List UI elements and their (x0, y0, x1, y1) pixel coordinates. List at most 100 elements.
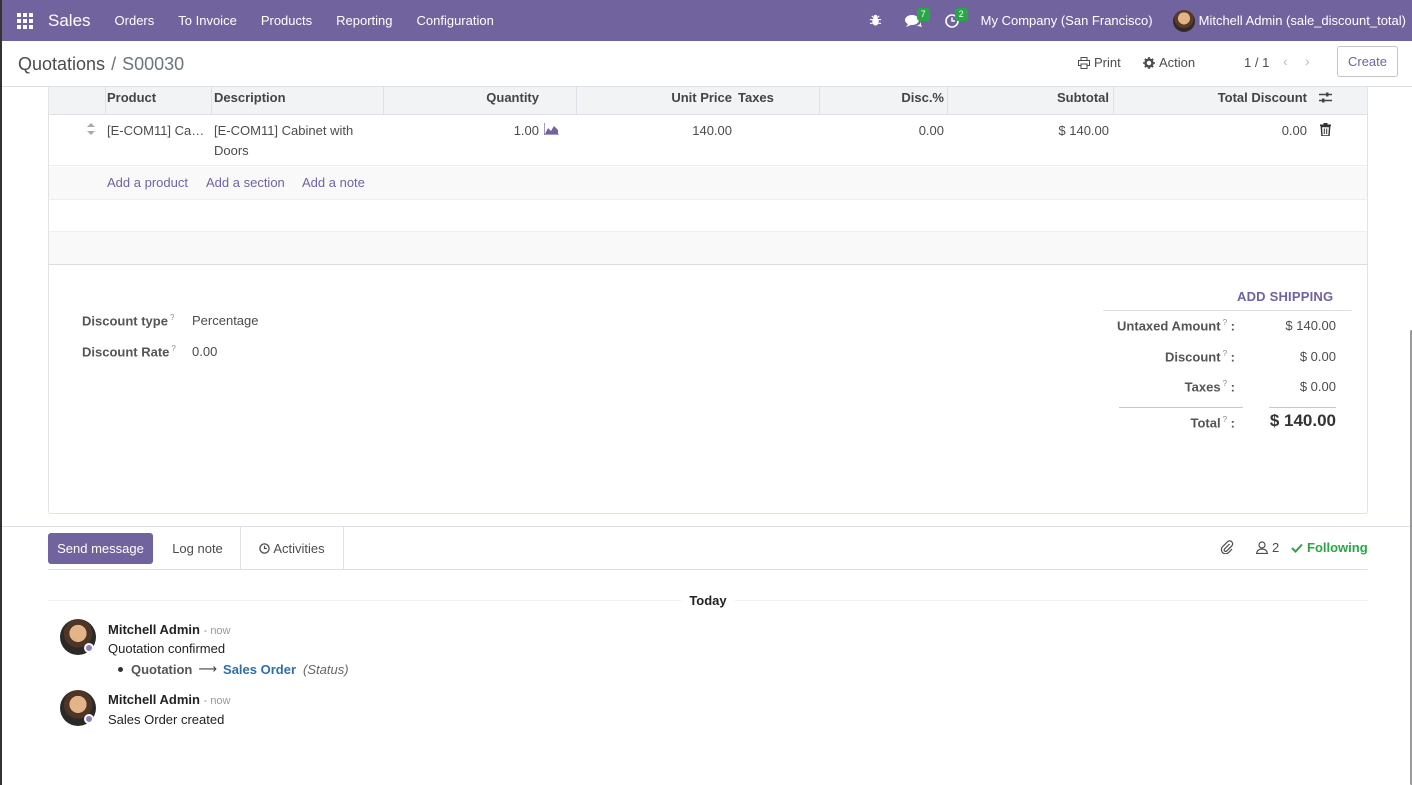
add-shipping-button[interactable]: ADD SHIPPING (1237, 289, 1333, 304)
message-body: Sales Order created (108, 712, 225, 727)
following-button[interactable]: Following (1291, 540, 1368, 555)
line-total-discount: 0.00 (1281, 123, 1307, 138)
order-line-row[interactable]: [E-COM11] Ca… [E-COM11] Cabinet with Doo… (49, 116, 1367, 166)
print-button[interactable]: Print (1078, 55, 1121, 70)
breadcrumb-current: S00030 (122, 54, 185, 74)
message-author[interactable]: Mitchell Admin - now (108, 692, 231, 707)
line-description-2[interactable]: Doors (214, 143, 249, 158)
user-menu[interactable]: Mitchell Admin (sale_discount_total) (1172, 9, 1406, 32)
discount-type-field[interactable]: Percentage (192, 313, 259, 328)
discount-rate-label: Discount Rate? (82, 344, 176, 360)
following-label: Following (1307, 540, 1368, 555)
row-handle-icon[interactable] (87, 123, 95, 138)
empty-row (49, 200, 1367, 232)
clock-icon (259, 543, 271, 554)
activities-button[interactable]: 2 (937, 0, 968, 41)
untaxed-amount-label: Untaxed Amount? : (1117, 318, 1235, 334)
menu-to-invoice[interactable]: To Invoice (166, 0, 249, 41)
paperclip-icon (1220, 540, 1234, 554)
activities-label: Activities (273, 541, 325, 556)
bug-icon (870, 14, 882, 26)
send-message-button[interactable]: Send message (48, 533, 153, 564)
user-icon (1256, 541, 1268, 554)
col-taxes[interactable]: Taxes (738, 87, 774, 115)
activities-count-badge: 2 (954, 8, 968, 21)
app-brand[interactable]: Sales (48, 11, 91, 31)
menu-reporting[interactable]: Reporting (324, 0, 404, 41)
tracking-old-value: Quotation (131, 661, 193, 677)
delete-line-button[interactable] (1320, 123, 1331, 139)
company-switcher[interactable]: My Company (San Francisco) (981, 13, 1153, 28)
messaging-button[interactable]: 7 (899, 0, 930, 41)
messages-count-badge: 7 (916, 8, 930, 21)
order-lines-header: Product Description Quantity Unit Price … (49, 87, 1367, 115)
print-label: Print (1094, 55, 1121, 70)
line-product[interactable]: [E-COM11] Ca… (107, 123, 204, 138)
col-product[interactable]: Product (107, 87, 156, 115)
followers-count: 2 (1272, 540, 1280, 555)
add-section-link[interactable]: Add a section (206, 175, 285, 190)
col-description[interactable]: Description (214, 87, 286, 115)
tracking-new-value: Sales Order (223, 661, 297, 677)
untaxed-amount-value: $ 140.00 (1285, 318, 1336, 333)
col-subtotal[interactable]: Subtotal (999, 87, 1109, 115)
discount-total-value: $ 0.00 (1299, 349, 1336, 364)
total-label: Total? : (1190, 415, 1235, 431)
col-quantity[interactable]: Quantity (449, 87, 539, 115)
sliders-icon (1319, 92, 1332, 103)
line-quantity[interactable]: 1.00 (479, 123, 539, 138)
user-name: Mitchell Admin (sale_discount_total) (1198, 13, 1406, 28)
empty-row (49, 232, 1367, 265)
print-icon (1078, 56, 1090, 69)
log-note-button[interactable]: Log note (155, 527, 241, 570)
col-total-discount[interactable]: Total Discount (1159, 87, 1307, 115)
menu-configuration[interactable]: Configuration (405, 0, 506, 41)
menu-products[interactable]: Products (249, 0, 324, 41)
discount-type-label: Discount type? (82, 313, 175, 329)
total-value: $ 140.00 (1269, 411, 1336, 430)
activities-button-chatter[interactable]: Activities (241, 527, 344, 570)
action-button[interactable]: Action (1143, 55, 1195, 70)
optional-columns-toggle[interactable] (1319, 91, 1332, 107)
add-note-link[interactable]: Add a note (302, 175, 365, 190)
discount-rate-field[interactable]: 0.00 (192, 344, 217, 359)
message-time: - now (203, 695, 231, 707)
create-button[interactable]: Create (1337, 46, 1398, 77)
apps-grid-icon (17, 12, 33, 29)
line-subtotal: $ 140.00 (1058, 123, 1109, 138)
line-discount[interactable]: 0.00 (849, 123, 944, 138)
breadcrumb-separator: / (111, 54, 117, 74)
add-line-row: Add a product Add a section Add a note (49, 167, 1367, 200)
date-separator: Today (2, 593, 1412, 608)
col-unit-price[interactable]: Unit Price (639, 87, 732, 115)
taxes-label: Taxes? : (1184, 379, 1235, 395)
attachments-button[interactable] (1220, 540, 1234, 554)
line-unit-price[interactable]: 140.00 (649, 123, 732, 138)
control-panel: Quotations / S00030 Print Action 1 / 1 ‹ ›… (2, 41, 1412, 87)
online-status-icon (84, 714, 94, 724)
gear-icon (1143, 56, 1155, 69)
check-icon (1291, 543, 1303, 553)
col-disc[interactable]: Disc.% (849, 87, 944, 115)
taxes-value: $ 0.00 (1299, 379, 1336, 394)
apps-menu-button[interactable] (2, 0, 48, 41)
breadcrumb-quotations[interactable]: Quotations (18, 54, 105, 74)
message-author[interactable]: Mitchell Admin - now (108, 622, 231, 637)
add-product-link[interactable]: Add a product (107, 175, 188, 190)
main-menu: Orders To Invoice Products Reporting Con… (103, 0, 506, 41)
arrow-right-icon: ⟶ (198, 661, 218, 676)
user-avatar (1172, 9, 1195, 32)
forecast-chart-icon[interactable] (543, 123, 559, 138)
breadcrumb: Quotations / S00030 (18, 54, 184, 75)
pager-previous-icon[interactable]: ‹ (1283, 53, 1288, 69)
menu-orders[interactable]: Orders (103, 0, 167, 41)
message-body: Quotation confirmed (108, 641, 226, 656)
line-description-1[interactable]: [E-COM11] Cabinet with (214, 123, 353, 138)
followers-button[interactable]: 2 (1256, 540, 1279, 555)
debug-button[interactable] (861, 0, 891, 41)
online-status-icon (84, 643, 94, 653)
form-sheet: Product Description Quantity Unit Price … (48, 87, 1368, 514)
trash-icon (1320, 123, 1331, 137)
pager-value[interactable]: 1 / 1 (1244, 55, 1269, 70)
pager-next-icon[interactable]: › (1305, 53, 1310, 69)
